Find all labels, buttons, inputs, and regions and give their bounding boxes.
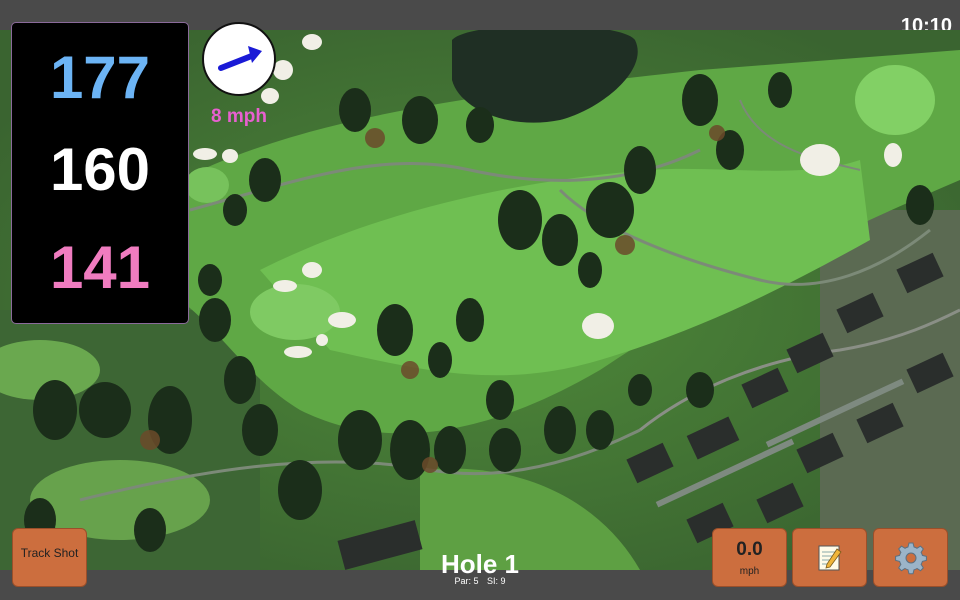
wind-speed-value: 0.0	[736, 539, 763, 560]
wind-arrow-icon	[218, 46, 262, 71]
wind-speed-button[interactable]: 0.0 mph	[712, 528, 787, 587]
track-shot-button[interactable]: Track Shot	[12, 528, 87, 587]
front-yardage: 141	[49, 234, 151, 301]
hole-info: Par: 5 SI: 9	[380, 576, 580, 586]
wind-speed-label: 8 mph	[211, 106, 267, 127]
gear-icon	[894, 542, 927, 574]
wind-indicator	[202, 22, 276, 96]
settings-button[interactable]	[873, 528, 948, 587]
notes-button[interactable]	[792, 528, 867, 587]
yardage-panel: 177 160 141	[11, 22, 189, 324]
middle-yardage: 160	[49, 136, 151, 203]
back-yardage: 177	[49, 44, 151, 111]
hole-par: Par: 5	[454, 576, 479, 586]
hole-stroke-index: SI: 9	[487, 576, 506, 586]
wind-speed-unit: mph	[739, 566, 760, 577]
notepad-icon	[818, 545, 842, 570]
